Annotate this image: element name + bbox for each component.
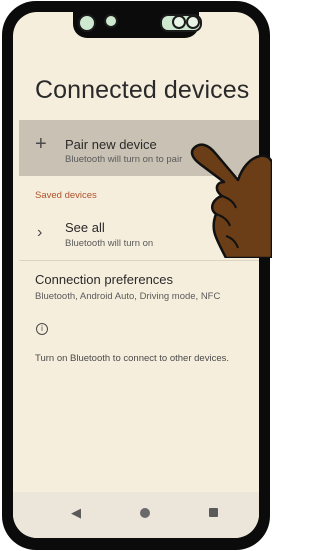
- home-circle-icon[interactable]: [140, 508, 150, 518]
- sensor-dot-icon: [186, 15, 200, 29]
- info-icon: i: [36, 323, 48, 335]
- pair-new-device-title: Pair new device: [65, 137, 157, 152]
- sensor-dot-icon: [172, 15, 186, 29]
- connection-preferences-title: Connection preferences: [35, 272, 174, 287]
- plus-icon: +: [35, 133, 47, 155]
- page-title: Connected devices: [35, 76, 250, 104]
- connection-preferences-subtitle: Bluetooth, Android Auto, Driving mode, N…: [35, 291, 221, 302]
- chevron-right-icon: ›: [37, 224, 43, 241]
- sensor-dot-icon: [104, 14, 118, 28]
- navigation-bar: ◀: [13, 492, 259, 538]
- divider: [19, 260, 259, 261]
- back-triangle-icon[interactable]: ◀: [71, 505, 81, 521]
- see-all-subtitle: Bluetooth will turn on: [65, 238, 154, 249]
- recents-square-icon[interactable]: [209, 508, 218, 517]
- see-all-title: See all: [65, 220, 105, 235]
- bluetooth-info-text: Turn on Bluetooth to connect to other de…: [35, 353, 229, 364]
- connection-preferences-item[interactable]: Connection preferences Bluetooth, Androi…: [19, 266, 259, 308]
- front-camera-icon: [78, 14, 96, 32]
- pair-new-device-subtitle: Bluetooth will turn on to pair: [65, 154, 183, 165]
- pointing-hand-icon: [190, 143, 272, 258]
- saved-devices-heading: Saved devices: [35, 190, 97, 201]
- device-screen: Connected devices + Pair new device Blue…: [13, 12, 259, 538]
